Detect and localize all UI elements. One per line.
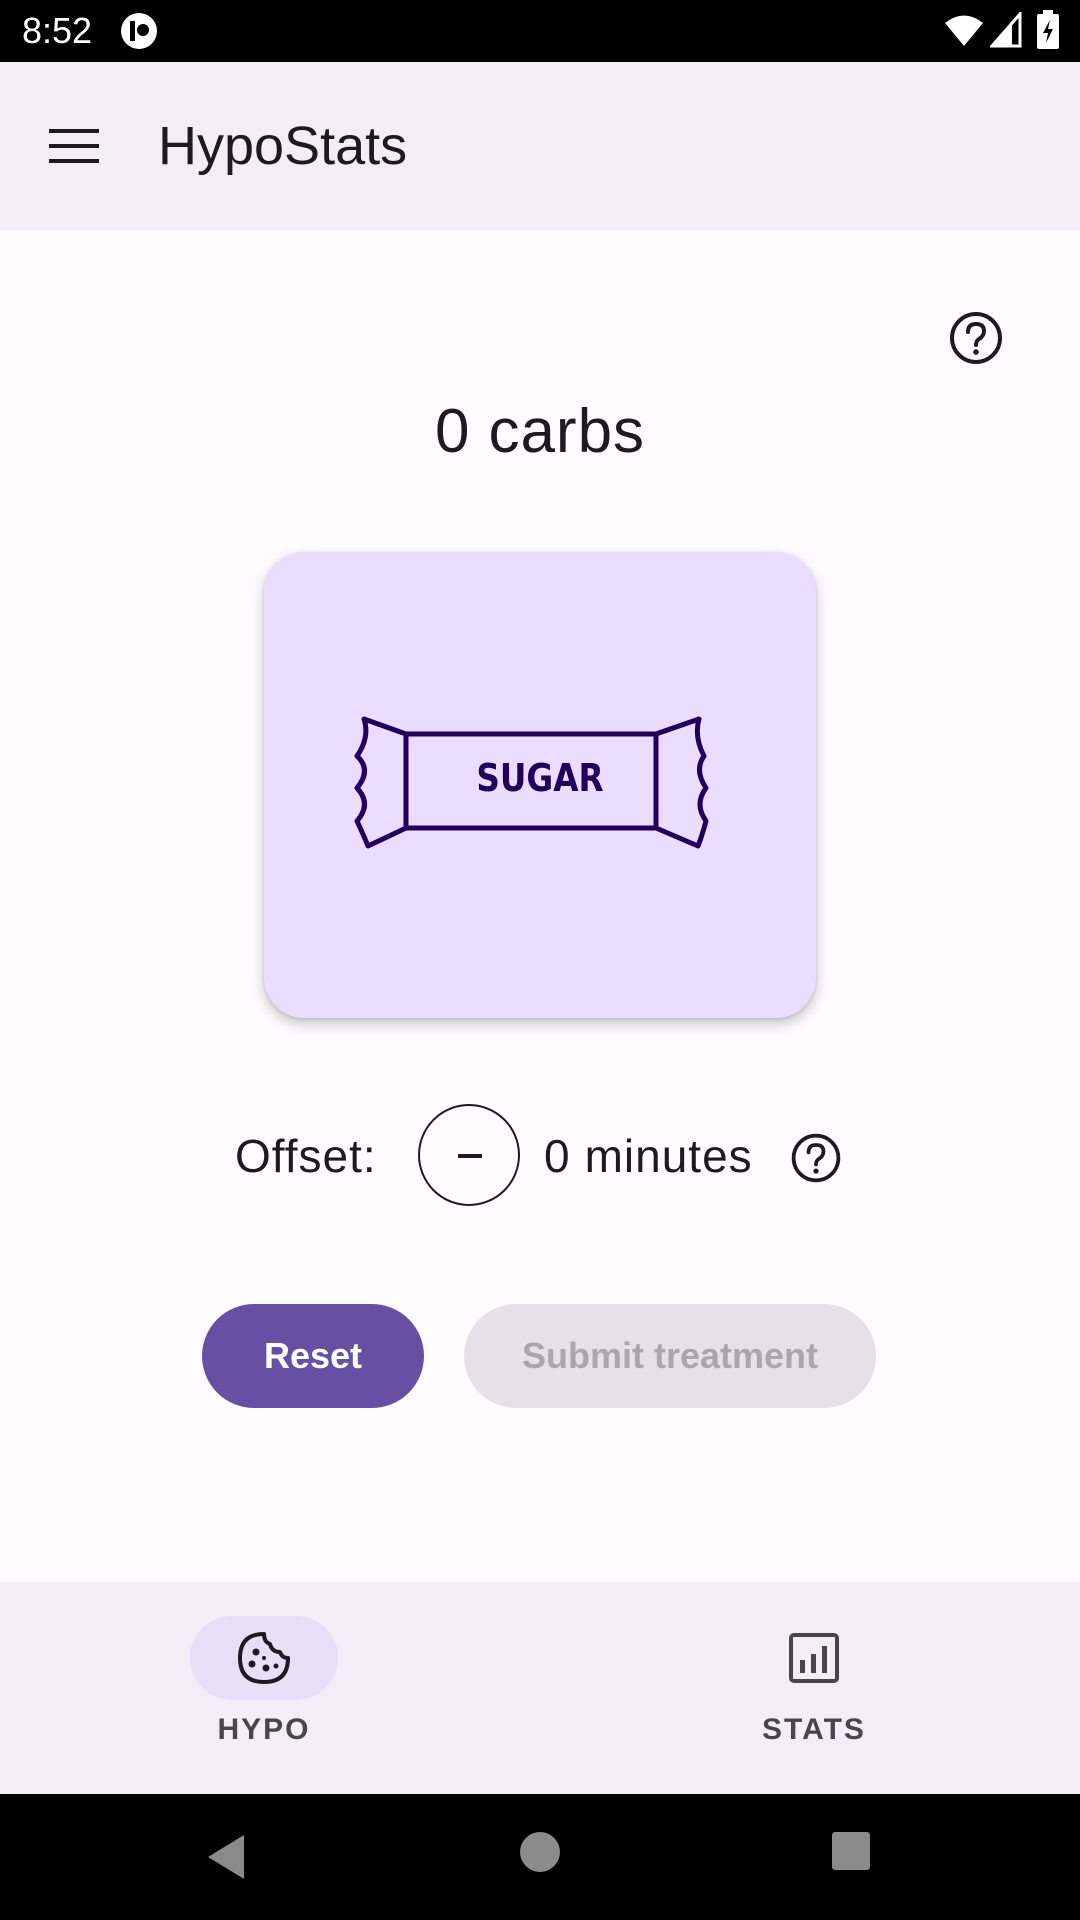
submit-treatment-button: Submit treatment [464, 1304, 876, 1408]
back-icon[interactable] [204, 1832, 254, 1882]
offset-minutes-unit: minutes [584, 1130, 753, 1182]
offset-decrement-button[interactable] [418, 1104, 520, 1206]
offset-help-icon[interactable] [788, 1130, 844, 1186]
menu-button[interactable] [30, 108, 118, 184]
nav-label-stats: STATS [762, 1713, 866, 1746]
sugar-card-button[interactable]: SUGAR [264, 552, 816, 1018]
carbs-value: 0 [434, 397, 471, 466]
wifi-icon [945, 15, 983, 46]
system-navigation-bar [0, 1794, 1080, 1920]
reset-button[interactable]: Reset [202, 1304, 424, 1408]
bar-chart-icon [789, 1633, 839, 1683]
carbs-display: 0 carbs [0, 396, 1080, 468]
nav-item-stats[interactable]: STATS [540, 1582, 1080, 1794]
battery-icon [1037, 10, 1059, 49]
app-title: HypoStats [158, 116, 408, 176]
carbs-unit: carbs [488, 397, 646, 466]
nav-label-hypo: HYPO [217, 1713, 311, 1746]
offset-value: 0 minutes [544, 1128, 753, 1184]
recents-icon[interactable] [832, 1832, 870, 1870]
status-bar: 8:52 [0, 0, 1080, 62]
help-icon[interactable] [946, 308, 1006, 368]
signal-icon [990, 12, 1022, 48]
home-icon[interactable] [520, 1832, 560, 1872]
app-bar: HypoStats [0, 62, 1080, 230]
screen: 8:52 HypoStats 0 carbs SUGAR Offset: 0 m… [0, 0, 1080, 1920]
bottom-navigation: HYPO STATS [0, 1582, 1080, 1794]
minus-icon [458, 1154, 482, 1158]
app-notification-icon [121, 13, 157, 49]
offset-minutes-value: 0 [544, 1130, 571, 1182]
cookie-icon [238, 1632, 290, 1684]
menu-icon [49, 129, 99, 163]
nav-item-hypo[interactable]: HYPO [0, 1582, 540, 1794]
sugar-label: SUGAR [476, 756, 604, 800]
offset-label: Offset: [235, 1130, 377, 1182]
status-time: 8:52 [22, 10, 93, 51]
